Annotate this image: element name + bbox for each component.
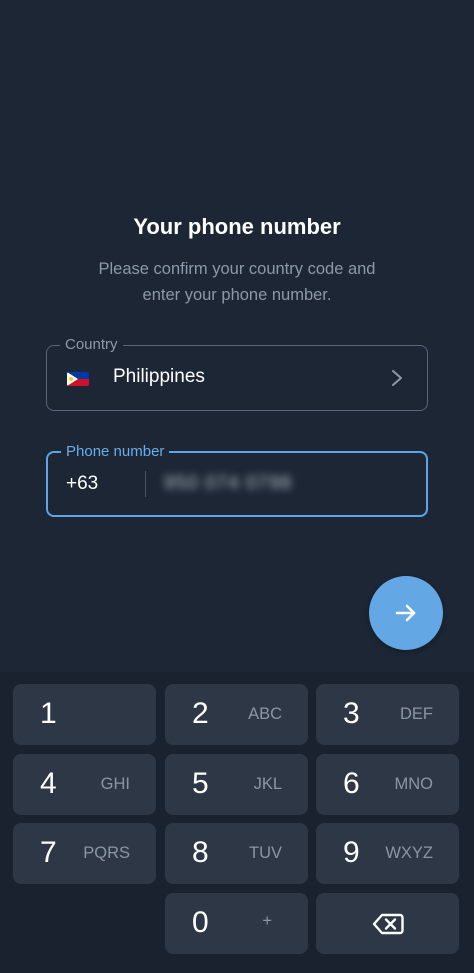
key-digit: 8 xyxy=(192,836,209,869)
country-code-input[interactable]: +63 xyxy=(66,473,98,495)
key-4[interactable]: 4 GHI xyxy=(13,754,156,815)
key-digit: 7 xyxy=(40,836,57,869)
page-title: Your phone number xyxy=(133,214,341,239)
key-digit: 3 xyxy=(343,697,360,730)
key-digit: 2 xyxy=(192,697,209,730)
key-2[interactable]: 2 ABC xyxy=(165,684,308,745)
phone-number-field[interactable]: Phone number +63 950 074 0798 xyxy=(46,442,428,517)
key-1[interactable]: 1 xyxy=(13,684,156,745)
key-letters: MNO xyxy=(394,775,434,793)
phone-number-input[interactable]: 950 074 0798 xyxy=(164,473,292,495)
key-letters: + xyxy=(262,912,272,930)
subtitle-line-1: Please confirm your country code and xyxy=(98,260,376,278)
backspace-button[interactable] xyxy=(316,893,459,954)
country-label: Country xyxy=(60,335,123,355)
key-letters: ABC xyxy=(248,705,282,723)
key-letters: TUV xyxy=(249,844,282,862)
key-letters: JKL xyxy=(253,775,282,793)
country-name: Philippines xyxy=(113,366,205,387)
key-letters: GHI xyxy=(100,775,130,793)
key-digit: 5 xyxy=(192,767,209,800)
key-digit: 9 xyxy=(343,836,360,869)
key-0[interactable]: 0 + xyxy=(165,893,308,954)
key-digit: 6 xyxy=(343,767,360,800)
numeric-keypad: 1 2 ABC 3 DEF 4 GHI 5 JKL 6 MNO 7 PQRS 8 xyxy=(0,672,474,973)
key-digit: 0 xyxy=(192,906,209,939)
key-letters: DEF xyxy=(400,705,433,723)
key-letters: PQRS xyxy=(83,844,130,862)
next-button[interactable] xyxy=(369,576,443,650)
login-phone-screen: Your phone number Please confirm your co… xyxy=(0,0,474,973)
key-digit: 1 xyxy=(40,697,57,730)
backspace-icon xyxy=(372,913,404,934)
key-9[interactable]: 9 WXYZ xyxy=(316,823,459,884)
arrow-right-icon xyxy=(395,604,416,622)
key-7[interactable]: 7 PQRS xyxy=(13,823,156,884)
page-subtitle: Please confirm your country code and ent… xyxy=(50,256,424,308)
key-8[interactable]: 8 TUV xyxy=(165,823,308,884)
key-digit: 4 xyxy=(40,767,57,800)
chevron-right-icon xyxy=(392,370,402,386)
key-letters: WXYZ xyxy=(385,844,433,862)
phone-number-label: Phone number xyxy=(61,442,170,462)
country-selector[interactable]: Country Philippines xyxy=(46,335,428,411)
key-3[interactable]: 3 DEF xyxy=(316,684,459,745)
philippines-flag-icon xyxy=(67,372,89,386)
key-6[interactable]: 6 MNO xyxy=(316,754,459,815)
subtitle-line-2: enter your phone number. xyxy=(142,286,332,304)
field-divider xyxy=(145,471,146,497)
key-5[interactable]: 5 JKL xyxy=(165,754,308,815)
